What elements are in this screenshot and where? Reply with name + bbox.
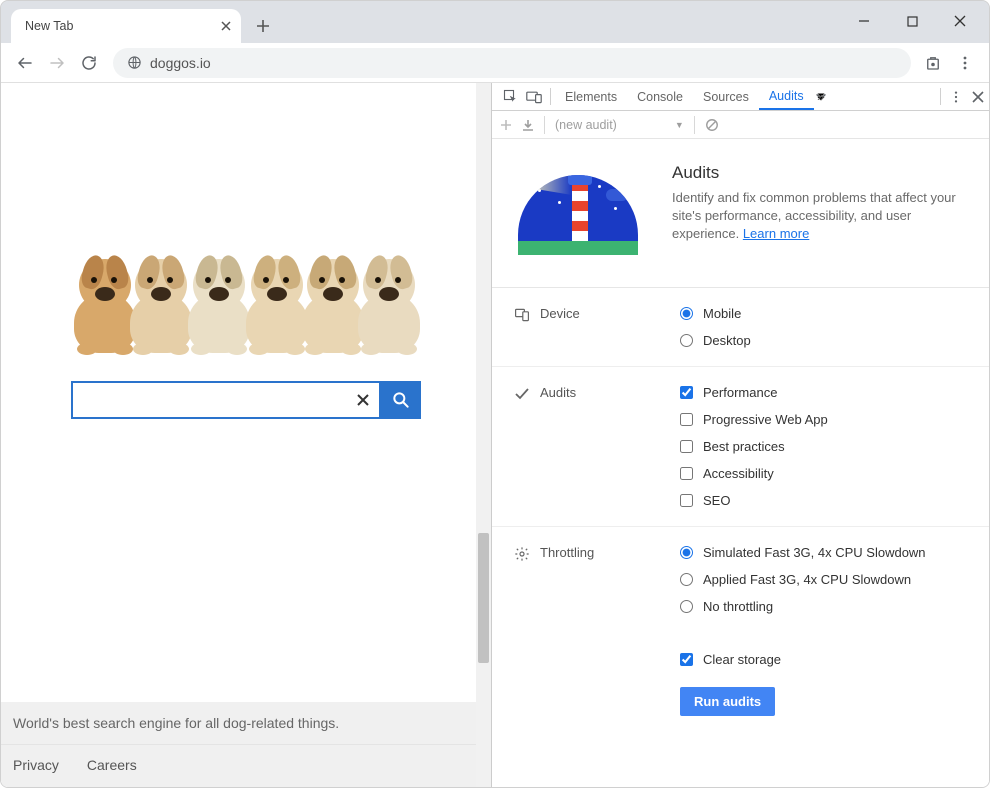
radio-simulated[interactable]	[680, 546, 693, 559]
hero-image-puppies	[69, 213, 424, 353]
browser-toolbar: doggos.io	[1, 43, 989, 83]
devtools-tab-console[interactable]: Console	[627, 83, 693, 110]
section-audits: Audits Performance Progressive Web App	[492, 367, 989, 527]
section-label-audits: Audits	[540, 385, 576, 400]
throttle-option-applied[interactable]: Applied Fast 3G, 4x CPU Slowdown	[680, 572, 971, 587]
clear-storage-option[interactable]: Clear storage	[680, 652, 781, 667]
devtools-tab-elements[interactable]: Elements	[555, 83, 627, 110]
radio-none[interactable]	[680, 600, 693, 613]
checkbox-seo[interactable]	[680, 494, 693, 507]
section-label-device: Device	[540, 306, 580, 321]
device-option-desktop[interactable]: Desktop	[680, 333, 971, 348]
devtools-more-tabs-icon[interactable]: »	[814, 83, 836, 110]
audits-toolbar: (new audit) ▼	[492, 111, 989, 139]
nav-reload-button[interactable]	[73, 47, 105, 79]
toggle-device-icon[interactable]	[522, 83, 546, 110]
audits-heading: Audits	[672, 163, 971, 183]
download-audit-icon[interactable]	[522, 119, 534, 131]
globe-icon	[127, 55, 142, 70]
footer-links: Privacy Careers	[1, 745, 476, 787]
nav-forward-button[interactable]	[41, 47, 73, 79]
clear-storage-row: Clear storage	[492, 632, 989, 673]
radio-applied[interactable]	[680, 573, 693, 586]
page-content: World's best search engine for all dog-r…	[1, 83, 491, 787]
audits-intro: Audits Identify and fix common problems …	[492, 139, 989, 288]
gear-icon	[514, 546, 530, 562]
throttle-option-simulated[interactable]: Simulated Fast 3G, 4x CPU Slowdown	[680, 545, 971, 560]
run-row: Run audits	[492, 673, 989, 740]
search-field[interactable]	[71, 381, 381, 419]
window-minimize-button[interactable]	[843, 5, 885, 37]
learn-more-link[interactable]: Learn more	[743, 226, 809, 241]
audits-description: Identify and fix common problems that af…	[672, 190, 956, 241]
devtools-settings-icon[interactable]	[945, 83, 967, 110]
window-close-button[interactable]	[939, 5, 981, 37]
footer-description: World's best search engine for all dog-r…	[1, 702, 476, 745]
main-area: World's best search engine for all dog-r…	[1, 83, 989, 787]
address-bar[interactable]: doggos.io	[113, 48, 911, 78]
audit-option-bestpractices[interactable]: Best practices	[680, 439, 971, 454]
tab-strip: New Tab	[1, 1, 989, 43]
new-audit-icon[interactable]	[500, 119, 512, 131]
search-row	[71, 381, 421, 419]
browser-window: New Tab	[0, 0, 990, 788]
tab-title: New Tab	[25, 19, 73, 33]
address-text: doggos.io	[150, 55, 211, 71]
devtools-tab-sources[interactable]: Sources	[693, 83, 759, 110]
device-option-mobile[interactable]: Mobile	[680, 306, 971, 321]
lighthouse-illustration	[510, 163, 650, 263]
devtools-panel: Elements Console Sources Audits »	[491, 83, 989, 787]
scroll-thumb[interactable]	[478, 533, 489, 663]
new-tab-button[interactable]	[249, 12, 277, 40]
page-viewport: World's best search engine for all dog-r…	[1, 83, 491, 787]
audit-option-accessibility[interactable]: Accessibility	[680, 466, 971, 481]
run-audits-button[interactable]: Run audits	[680, 687, 775, 716]
audits-body: Audits Identify and fix common problems …	[492, 139, 989, 787]
devtools-close-icon[interactable]	[967, 83, 989, 110]
section-throttling: Throttling Simulated Fast 3G, 4x CPU Slo…	[492, 527, 989, 632]
page-scrollbar[interactable]	[476, 83, 491, 787]
inspect-element-icon[interactable]	[498, 83, 522, 110]
device-icon	[514, 307, 530, 323]
search-input[interactable]	[83, 391, 355, 410]
radio-desktop[interactable]	[680, 334, 693, 347]
devtools-tabbar: Elements Console Sources Audits »	[492, 83, 989, 111]
footer-link-careers[interactable]: Careers	[87, 757, 137, 773]
page-footer: World's best search engine for all dog-r…	[1, 702, 476, 787]
audit-selector[interactable]: (new audit) ▼	[555, 118, 684, 132]
audit-option-performance[interactable]: Performance	[680, 385, 971, 400]
nav-back-button[interactable]	[9, 47, 41, 79]
search-icon	[391, 390, 411, 410]
tab-close-icon[interactable]	[221, 21, 231, 31]
window-controls	[843, 5, 981, 37]
section-device: Device Mobile Desktop	[492, 288, 989, 367]
checkbox-accessibility[interactable]	[680, 467, 693, 480]
checkbox-bestpractices[interactable]	[680, 440, 693, 453]
window-maximize-button[interactable]	[891, 5, 933, 37]
audit-option-pwa[interactable]: Progressive Web App	[680, 412, 971, 427]
chevron-down-icon: ▼	[675, 120, 684, 130]
checkbox-pwa[interactable]	[680, 413, 693, 426]
footer-link-privacy[interactable]: Privacy	[13, 757, 59, 773]
check-icon	[514, 386, 530, 402]
audit-option-seo[interactable]: SEO	[680, 493, 971, 508]
checkbox-clear-storage[interactable]	[680, 653, 693, 666]
extension-button[interactable]	[917, 47, 949, 79]
audits-intro-text: Audits Identify and fix common problems …	[672, 163, 971, 263]
radio-mobile[interactable]	[680, 307, 693, 320]
checkbox-performance[interactable]	[680, 386, 693, 399]
clear-search-icon[interactable]	[355, 392, 371, 408]
browser-menu-button[interactable]	[949, 47, 981, 79]
clear-audits-icon[interactable]	[705, 118, 719, 132]
section-label-throttling: Throttling	[540, 545, 594, 560]
throttle-option-none[interactable]: No throttling	[680, 599, 971, 614]
devtools-tab-audits[interactable]: Audits	[759, 83, 814, 110]
browser-tab[interactable]: New Tab	[11, 9, 241, 43]
search-button[interactable]	[381, 381, 421, 419]
